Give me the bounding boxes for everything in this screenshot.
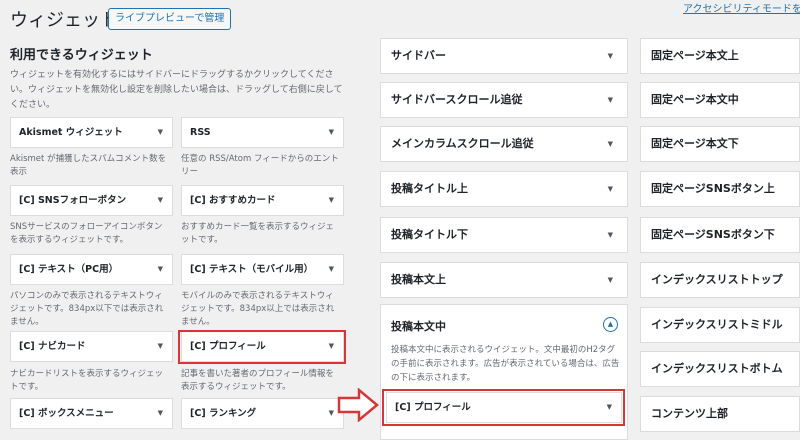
widget-description: おすすめカード一覧を表示するウィジェットです。: [181, 222, 335, 245]
widget-label: [C] テキスト（モバイル用）: [190, 264, 314, 275]
page-title: ウィジェット: [10, 10, 118, 31]
widget-description: パソコンのみで表示されるテキストウィジェットです。834px以下では表示されませ…: [10, 291, 164, 327]
widget-box-menu[interactable]: [C] ボックスメニュー ▼: [10, 398, 173, 429]
widget-description: ナビカードリストを表示するウィジェットです。: [10, 369, 164, 392]
widget-label: RSS: [190, 127, 211, 138]
available-widgets-description: ウィジェットを有効化するにはサイドバーにドラッグするかクリックしてください。ウィ…: [10, 70, 343, 110]
caret-down-icon[interactable]: ▼: [158, 255, 163, 284]
caret-down-icon[interactable]: ▼: [329, 255, 334, 284]
area-description: 投稿本文中に表示されるウイジェット。文中最初のH2タグの手前に表示されます。広告…: [391, 345, 620, 383]
accessibility-mode-link[interactable]: アクセシビリティモードを有効: [683, 0, 800, 15]
widget-text-pc[interactable]: [C] テキスト（PC用） ▼: [10, 254, 173, 285]
area-label: 投稿タイトル下: [391, 228, 468, 241]
area-main-scroll[interactable]: メインカラムスクロール追従 ▼: [380, 126, 628, 162]
area-label: コンテンツ上部: [651, 407, 728, 420]
caret-down-icon[interactable]: ▼: [608, 83, 613, 117]
area-label: 投稿タイトル上: [391, 182, 468, 195]
widget-recommend-card[interactable]: [C] おすすめカード ▼: [181, 185, 344, 216]
widget-sns-follow[interactable]: [C] SNSフォローボタン ▼: [10, 185, 173, 216]
area-label: 固定ページSNSボタン下: [651, 228, 775, 241]
widget-description: 任意の RSS/Atom フィードからのエントリー: [181, 154, 339, 177]
area-page-sns-below[interactable]: 固定ページSNSボタン下: [640, 217, 800, 253]
area-sidebar[interactable]: サイドバー ▼: [380, 38, 628, 74]
widget-rss[interactable]: RSS ▼: [181, 117, 344, 148]
widget-description: モバイルのみで表示されるテキストウィジェットです。834px以上では表示されませ…: [181, 291, 335, 327]
highlight-box: [382, 389, 625, 426]
area-post-title-below[interactable]: 投稿タイトル下 ▼: [380, 217, 628, 253]
widget-text-mobile[interactable]: [C] テキスト（モバイル用） ▼: [181, 254, 344, 285]
area-page-body-above[interactable]: 固定ページ本文上: [640, 38, 800, 74]
arrow-right-icon: [337, 388, 379, 422]
widget-label: [C] テキスト（PC用）: [19, 264, 119, 275]
widget-label: [C] ボックスメニュー: [19, 408, 114, 419]
area-page-sns-above[interactable]: 固定ページSNSボタン上: [640, 171, 800, 207]
live-preview-button[interactable]: ライブプレビューで管理: [108, 8, 232, 30]
caret-up-icon[interactable]: ▲: [603, 317, 618, 332]
widget-description: Akismet が捕獲したスパムコメント数を表示: [10, 154, 167, 177]
widget-label: [C] ナビカード: [19, 341, 86, 352]
widget-ranking[interactable]: [C] ランキング ▼: [181, 398, 344, 429]
widget-label: [C] SNSフォローボタン: [19, 195, 127, 206]
area-post-body-above[interactable]: 投稿本文上 ▼: [380, 262, 628, 298]
caret-down-icon[interactable]: ▼: [158, 332, 163, 361]
area-label: インデックスリストミドル: [651, 318, 783, 331]
area-label: メインカラムスクロール追従: [391, 137, 534, 150]
caret-down-icon[interactable]: ▼: [608, 39, 613, 73]
area-index-bottom[interactable]: インデックスリストボトム: [640, 351, 800, 387]
caret-down-icon[interactable]: ▼: [608, 172, 613, 206]
caret-down-icon[interactable]: ▼: [329, 399, 334, 428]
caret-down-icon[interactable]: ▼: [608, 263, 613, 297]
area-sidebar-scroll[interactable]: サイドバースクロール追従 ▼: [380, 82, 628, 118]
area-label: サイドバースクロール追従: [391, 93, 523, 106]
widget-description: SNSサービスのフォローアイコンボタンを表示するウィジェットです。: [10, 222, 163, 245]
widget-label: [C] ランキング: [190, 408, 257, 419]
caret-down-icon[interactable]: ▼: [158, 118, 163, 147]
caret-down-icon[interactable]: ▼: [329, 186, 334, 215]
area-page-body-middle[interactable]: 固定ページ本文中: [640, 82, 800, 118]
caret-down-icon[interactable]: ▼: [329, 118, 334, 147]
widget-akismet[interactable]: Akismet ウィジェット ▼: [10, 117, 173, 148]
area-index-middle[interactable]: インデックスリストミドル: [640, 307, 800, 343]
widget-label: Akismet ウィジェット: [19, 127, 123, 138]
caret-down-icon[interactable]: ▼: [158, 399, 163, 428]
area-label: 固定ページ本文上: [651, 49, 739, 62]
area-content-top[interactable]: コンテンツ上部: [640, 396, 800, 432]
area-label: 固定ページ本文中: [651, 93, 739, 106]
area-label: サイドバー: [391, 49, 446, 62]
caret-down-icon[interactable]: ▼: [608, 127, 613, 161]
highlight-box: [178, 330, 346, 364]
area-label: インデックスリストトップ: [651, 273, 783, 286]
area-label: インデックスリストボトム: [651, 362, 783, 375]
area-label: 投稿本文中: [391, 320, 446, 333]
caret-down-icon[interactable]: ▼: [158, 186, 163, 215]
caret-down-icon[interactable]: ▼: [608, 218, 613, 252]
area-page-body-below[interactable]: 固定ページ本文下: [640, 126, 800, 162]
area-index-top[interactable]: インデックスリストトップ: [640, 262, 800, 298]
widget-description: 記事を書いた著者のプロフィール情報を表示するウィジェットです。: [181, 369, 334, 392]
area-label: 固定ページSNSボタン上: [651, 182, 775, 195]
area-label: 投稿本文上: [391, 273, 446, 286]
available-widgets-heading: 利用できるウィジェット: [10, 48, 153, 63]
widget-label: [C] おすすめカード: [190, 195, 276, 206]
widget-navi-card[interactable]: [C] ナビカード ▼: [10, 331, 173, 362]
area-label: 固定ページ本文下: [651, 137, 739, 150]
area-post-title-above[interactable]: 投稿タイトル上 ▼: [380, 171, 628, 207]
